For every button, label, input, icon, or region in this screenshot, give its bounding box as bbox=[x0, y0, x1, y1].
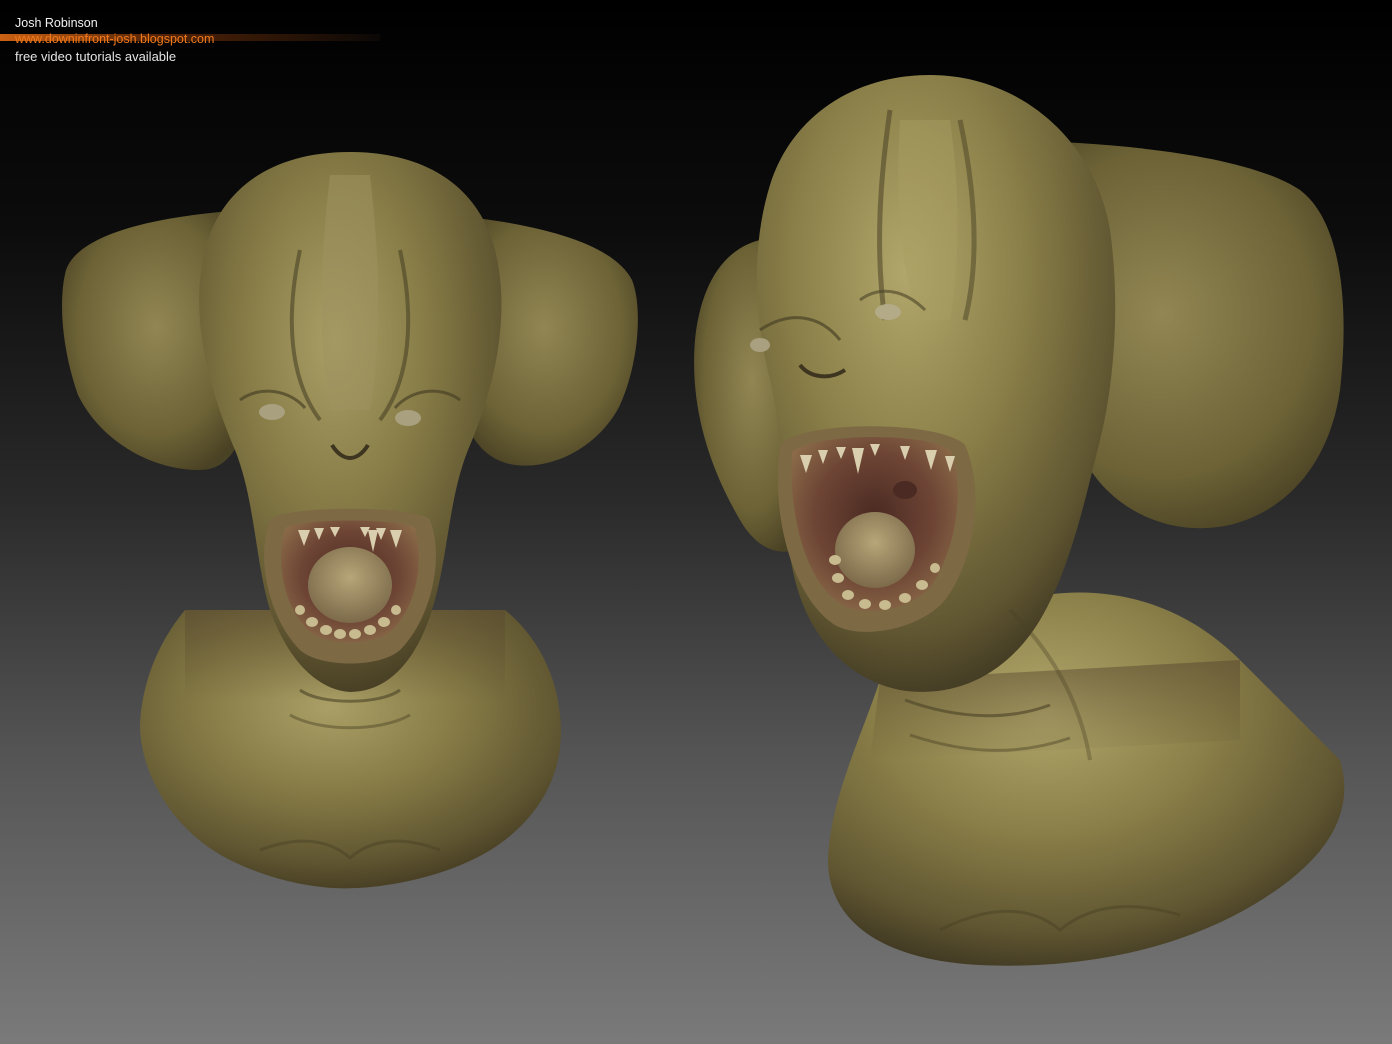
tongue bbox=[835, 512, 915, 588]
creature-bust-front bbox=[62, 152, 638, 889]
tongue bbox=[308, 547, 392, 623]
left-eye bbox=[750, 338, 770, 352]
right-eye bbox=[395, 410, 421, 426]
right-eye bbox=[875, 304, 901, 320]
left-eye bbox=[259, 404, 285, 420]
render-viewport bbox=[62, 75, 1345, 966]
creature-bust-three-quarter bbox=[694, 75, 1345, 966]
